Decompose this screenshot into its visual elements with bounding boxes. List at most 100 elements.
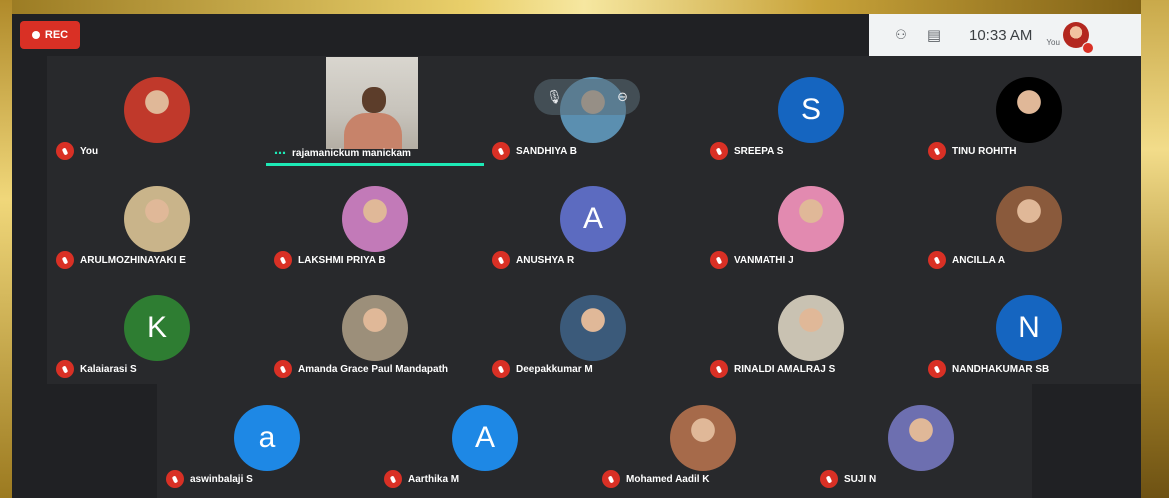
letter-avatar: K	[124, 295, 190, 361]
participant-name-row: Deepakkumar M	[492, 360, 698, 378]
participant-tile[interactable]: VANMATHI J	[702, 166, 920, 275]
participant-tile[interactable]: ⋯ rajamanickum manickam	[266, 57, 484, 166]
mic-off-icon	[274, 360, 292, 378]
mic-off-icon	[56, 142, 74, 160]
participant-tile[interactable]: S SREEPA S	[702, 57, 920, 166]
participant-name-row: VANMATHI J	[710, 251, 916, 269]
mic-off-icon	[492, 360, 510, 378]
mic-off-icon	[56, 360, 74, 378]
profile-photo	[996, 186, 1062, 252]
people-icon[interactable]: ⚇	[883, 27, 919, 43]
participant-name: aswinbalaji S	[190, 473, 253, 485]
gold-frame-left	[0, 0, 12, 498]
participant-tile[interactable]: 🎙 ⊖ SANDHIYA B	[484, 57, 702, 166]
participant-grid: You ⋯ rajamanickum manickam 🎙 ⊖ SANDHIYA B S SR…	[47, 56, 1141, 384]
letter-avatar: A	[452, 405, 518, 471]
meeting-screen: REC ⚇ ▤ 10:33 AM You You ⋯ rajamanickum ma…	[12, 14, 1141, 498]
participant-name: TINU ROHITH	[952, 145, 1017, 157]
mic-off-icon	[492, 142, 510, 160]
participant-tile[interactable]: SUJI N	[812, 385, 1030, 494]
participant-name-row: Aarthika M	[384, 470, 590, 488]
record-dot-icon	[31, 31, 40, 39]
avatar-letter: K	[146, 311, 167, 344]
mic-off-icon	[928, 360, 946, 378]
participant-name: ANUSHYA R	[516, 254, 575, 266]
speaking-indicator-icon: ⋯	[274, 146, 286, 160]
tile-hover-controls[interactable]: 🎙 ⊖	[534, 79, 640, 115]
profile-photo	[342, 295, 408, 361]
letter-avatar: a	[234, 405, 300, 471]
participant-name-row: Mohamed Aadil K	[602, 470, 808, 488]
participant-grid-last-row: a aswinbalaji S A Aarthika M Mohamed Aadil K…	[157, 384, 1032, 498]
clock-time: 10:33 AM	[969, 26, 1033, 44]
participant-tile[interactable]: A Aarthika M	[376, 385, 594, 494]
avatar-letter: S	[800, 93, 821, 126]
participant-name-row: LAKSHMI PRIYA B	[274, 251, 480, 269]
participant-name-row: SANDHIYA B	[492, 142, 698, 160]
profile-photo	[778, 186, 844, 252]
remove-icon[interactable]: ⊖	[617, 89, 628, 105]
participant-name: LAKSHMI PRIYA B	[298, 254, 386, 266]
participant-tile[interactable]: Mohamed Aadil K	[594, 385, 812, 494]
participant-tile[interactable]: Amanda Grace Paul Mandapath	[266, 275, 484, 384]
profile-photo	[996, 77, 1062, 143]
participant-tile[interactable]: K Kalaiarasi S	[48, 275, 266, 384]
participant-video	[326, 57, 418, 149]
participant-name-row: ARULMOZHINAYAKI E	[56, 251, 262, 269]
avatar-letter: N	[1018, 311, 1040, 344]
gold-frame-top	[0, 0, 1169, 14]
participant-name-row: TINU ROHITH	[928, 142, 1134, 160]
chat-icon[interactable]: ▤	[919, 26, 949, 44]
participant-tile[interactable]: TINU ROHITH	[920, 57, 1138, 166]
avatar-letter: A	[474, 421, 495, 454]
participant-name: Amanda Grace Paul Mandapath	[298, 363, 449, 375]
participant-name-row: ⋯ rajamanickum manickam	[274, 146, 480, 160]
self-avatar[interactable]	[1062, 22, 1094, 54]
participant-tile[interactable]: ANCILLA A	[920, 166, 1138, 275]
participant-tile[interactable]: ARULMOZHINAYAKI E	[48, 166, 266, 275]
mic-off-icon	[1081, 42, 1094, 54]
mic-off-icon	[928, 142, 946, 160]
participant-tile[interactable]: Deepakkumar M	[484, 275, 702, 384]
profile-photo	[778, 295, 844, 361]
avatar-letter: A	[582, 202, 603, 235]
letter-avatar: N	[996, 295, 1062, 361]
gold-frame-right	[1141, 0, 1169, 498]
participant-name-row: Amanda Grace Paul Mandapath	[274, 360, 480, 378]
participant-name: ARULMOZHINAYAKI E	[80, 254, 186, 266]
participant-name: Deepakkumar M	[516, 363, 593, 375]
participant-name: SANDHIYA B	[516, 145, 577, 157]
participant-tile[interactable]: RINALDI AMALRAJ S	[702, 275, 920, 384]
profile-photo	[124, 77, 190, 143]
participant-name-row: You	[56, 142, 262, 160]
profile-photo	[670, 405, 736, 471]
self-label: You	[1046, 37, 1060, 47]
participant-name-row: RINALDI AMALRAJ S	[710, 360, 916, 378]
profile-photo	[342, 186, 408, 252]
mic-off-icon	[928, 251, 946, 269]
participant-name: rajamanickum manickam	[292, 147, 411, 159]
mic-off-icon	[710, 251, 728, 269]
participant-name: Aarthika M	[408, 473, 460, 485]
participant-tile[interactable]: a aswinbalaji S	[158, 385, 376, 494]
recording-label: REC	[44, 29, 69, 41]
profile-photo	[124, 186, 190, 252]
mic-off-icon	[602, 470, 620, 488]
avatar-letter: a	[258, 421, 276, 454]
mic-off-icon	[56, 251, 74, 269]
participant-name: NANDHAKUMAR SB	[952, 363, 1050, 375]
profile-photo	[560, 295, 626, 361]
video-person-body	[344, 113, 402, 149]
mic-off-icon	[820, 470, 838, 488]
mute-icon[interactable]: 🎙	[546, 89, 563, 105]
participant-tile[interactable]: You	[48, 57, 266, 166]
participant-name-row: NANDHAKUMAR SB	[928, 360, 1134, 378]
participant-name-row: ANUSHYA R	[492, 251, 698, 269]
participant-name-row: SREEPA S	[710, 142, 916, 160]
participant-tile[interactable]: LAKSHMI PRIYA B	[266, 166, 484, 275]
participant-name: SUJI N	[844, 473, 877, 485]
participant-name: SREEPA S	[734, 145, 784, 157]
participant-tile[interactable]: A ANUSHYA R	[484, 166, 702, 275]
meeting-topbar: ⚇ ▤ 10:33 AM You	[869, 14, 1141, 56]
participant-tile[interactable]: N NANDHAKUMAR SB	[920, 275, 1138, 384]
